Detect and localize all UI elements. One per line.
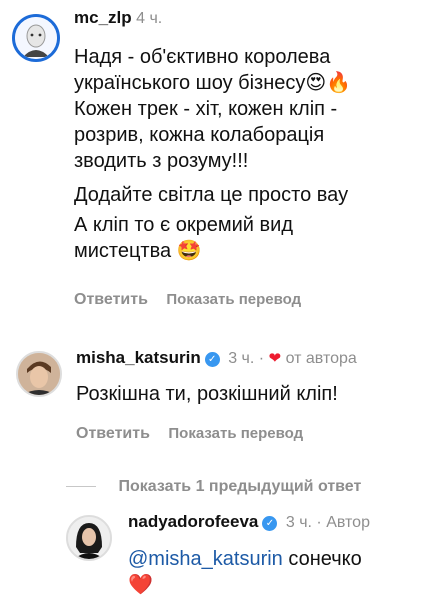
- comment-line: Кожен трек - хіт, кожен кліп -: [74, 98, 338, 120]
- reply-body: сонечко: [282, 548, 362, 570]
- comment-header: misha_katsurin ✓ 3 ч. · ❤ от автора: [76, 348, 357, 368]
- verified-badge-icon: ✓: [204, 352, 220, 367]
- author-liked-label: от автора: [285, 350, 357, 367]
- mention-link[interactable]: @misha_katsurin: [128, 548, 283, 570]
- timestamp: 3 ч.: [285, 514, 312, 531]
- reply-text: @misha_katsurin сонечко ❤️: [128, 546, 428, 598]
- comment-line: А кліп то є окремий вид: [74, 214, 293, 236]
- comment-actions: Ответить Показать перевод: [76, 425, 303, 443]
- comment-text: Розкішна ти, розкішний кліп!: [76, 383, 338, 405]
- username[interactable]: misha_katsurin: [76, 348, 201, 367]
- avatar-image: [68, 517, 110, 559]
- verified-badge-icon: ✓: [262, 516, 278, 531]
- heart-emoji-icon: ❤️: [128, 574, 153, 596]
- reply-header: nadyadorofeeva ✓ 3 ч. · Автор: [128, 512, 370, 532]
- show-previous-label[interactable]: Показать 1 предыдущий ответ: [118, 478, 361, 495]
- author-label: Автор: [326, 514, 370, 531]
- show-previous-replies[interactable]: Показать 1 предыдущий ответ: [66, 478, 361, 496]
- reply-button[interactable]: Ответить: [74, 291, 148, 308]
- avatar[interactable]: [16, 351, 62, 397]
- comment-line: українського шоу бізнесу😍🔥: [74, 72, 352, 94]
- comment-line: зводить з розуму!!!: [74, 150, 249, 172]
- translate-button[interactable]: Показать перевод: [168, 425, 303, 442]
- comment-line: мистецтва 🤩: [74, 240, 202, 262]
- divider-line: [66, 486, 96, 488]
- timestamp: 4 ч.: [136, 10, 163, 27]
- comment-actions: Ответить Показать перевод: [74, 291, 301, 309]
- comment-line: Надя - об'єктивно королева: [74, 46, 331, 68]
- timestamp: 3 ч.: [228, 350, 255, 367]
- heart-icon: ❤: [268, 350, 282, 367]
- separator-dot: ·: [316, 514, 322, 531]
- translate-button[interactable]: Показать перевод: [166, 291, 301, 308]
- comment-line: Додайте світла це просто вау: [74, 184, 349, 206]
- username[interactable]: nadyadorofeeva: [128, 512, 258, 531]
- comment-line: розрив, кожна колаборація: [74, 124, 325, 146]
- reply-button[interactable]: Ответить: [76, 425, 150, 442]
- comment-text: Надя - об'єктивно королева українського …: [74, 44, 434, 264]
- comment-header: mc_zlp 4 ч.: [74, 8, 162, 28]
- avatar-image: [18, 353, 60, 395]
- separator-dot: ·: [258, 350, 265, 367]
- username[interactable]: mc_zlp: [74, 8, 132, 27]
- avatar-image: [15, 17, 57, 59]
- avatar[interactable]: [12, 14, 60, 62]
- avatar[interactable]: [66, 515, 112, 561]
